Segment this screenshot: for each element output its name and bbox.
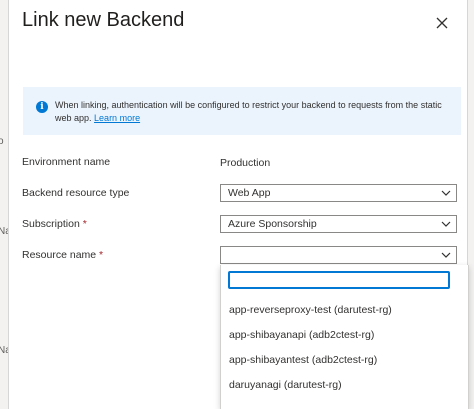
link-backend-panel: Link new Backend i When linking, authent… [9,0,469,409]
list-item-label: app-shibayantest (adb2ctest-rg) [229,354,378,366]
list-item[interactable]: app-shibayantest (adb2ctest-rg) [221,349,466,373]
background-text-fragment: Na [0,226,8,237]
list-item[interactable]: app-reverseproxy-test (darutest-rg) [221,299,466,323]
chevron-down-icon [441,252,451,258]
close-icon[interactable] [433,14,451,32]
list-item[interactable]: daruyanagi (darutest-rg) [221,374,466,398]
resource-name-dropdown: app-reverseproxy-test (darutest-rg) app-… [220,265,469,409]
chevron-down-icon [441,221,451,227]
background-text-fragment: Na [0,345,8,356]
environment-name-label: Environment name [22,156,111,168]
dropdown-search-input[interactable] [228,271,450,289]
resource-name-label: Resource name * [22,249,103,261]
list-item-label: app-shibayanapi (adb2ctest-rg) [229,329,375,341]
info-banner: i When linking, authentication will be c… [23,87,461,135]
list-item-label: daruyanagi (darutest-rg) [229,379,342,391]
resource-name-label-text: Resource name [22,249,97,261]
backend-resource-type-label: Backend resource type [22,187,130,199]
subscription-select[interactable]: Azure Sponsorship [220,215,457,233]
backend-resource-type-select[interactable]: Web App [220,184,457,202]
required-marker: * [99,249,104,261]
learn-more-link[interactable]: Learn more [94,113,140,123]
environment-name-value: Production [220,157,271,169]
info-message: When linking, authentication will be con… [55,99,455,125]
background-text-fragment: o [0,136,4,147]
info-icon: i [36,101,48,113]
resource-name-select[interactable] [220,246,457,264]
subscription-label-text: Subscription [22,218,80,230]
list-item-label: app-reverseproxy-test (darutest-rg) [229,304,392,316]
subscription-label: Subscription * [22,218,87,230]
chevron-down-icon [441,190,451,196]
backend-resource-type-value: Web App [228,187,271,199]
panel-title: Link new Backend [22,9,185,31]
required-marker: * [82,218,87,230]
subscription-value: Azure Sponsorship [228,218,317,230]
list-item[interactable]: app-shibayanapi (adb2ctest-rg) [221,324,466,348]
background-page-edge: o Na Na [0,0,9,409]
